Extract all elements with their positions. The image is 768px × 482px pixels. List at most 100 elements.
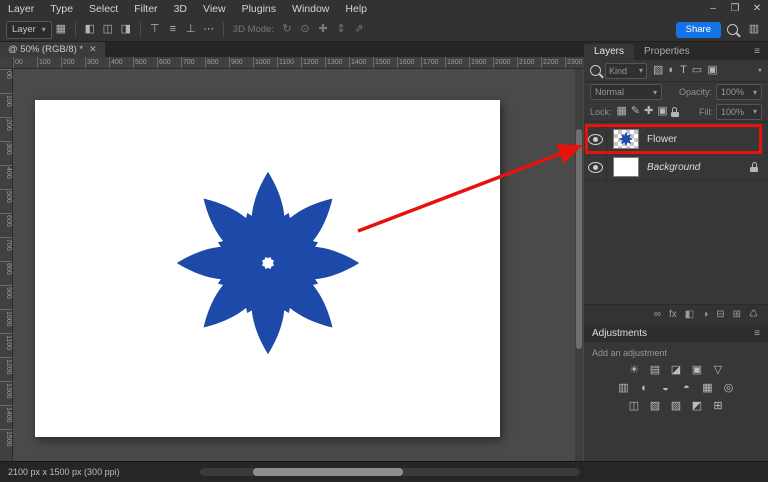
distribute-top-icon[interactable]: ⊤ <box>147 22 163 38</box>
menu-type[interactable]: Type <box>42 0 81 18</box>
auto-select-dropdown[interactable]: Layer <box>6 21 52 39</box>
filter-search-icon[interactable] <box>590 65 601 76</box>
3d-slide-icon[interactable]: ⇕ <box>333 22 349 38</box>
lock-all-icon[interactable] <box>671 107 679 117</box>
distribute-bottom-icon[interactable]: ⊥ <box>183 22 199 38</box>
adj-gradient-map-icon[interactable]: ◩ <box>690 399 705 414</box>
filter-shape-layers-icon[interactable]: ▭ <box>692 65 702 76</box>
close-tab-icon[interactable]: ✕ <box>89 44 97 55</box>
vruler-label-600: 600 <box>0 213 12 237</box>
vruler-label-1300: 1300 <box>0 381 12 405</box>
adj-selective-color-icon[interactable]: ⊞ <box>711 399 726 414</box>
align-center-icon[interactable]: ◫ <box>100 22 116 38</box>
menu-help[interactable]: Help <box>337 0 375 18</box>
filter-type-layers-icon[interactable]: T <box>680 65 687 76</box>
adj-threshold-icon[interactable]: ▨ <box>669 399 684 414</box>
menu-plugins[interactable]: Plugins <box>234 0 284 18</box>
layer-name[interactable]: Background <box>647 162 700 173</box>
lock-transparency-icon[interactable]: ▦ <box>617 106 627 117</box>
blend-mode-dropdown[interactable]: Normal <box>590 84 662 100</box>
vertical-scrollbar[interactable] <box>575 69 583 461</box>
hruler-label-500: 500 <box>133 57 157 69</box>
menu-select[interactable]: Select <box>81 0 126 18</box>
adjustment-layer-icon[interactable]: ◑ <box>702 310 708 320</box>
document-tab-strip: @ 50% (RGB/8) * ✕ <box>0 42 584 57</box>
3d-orbit-icon[interactable]: ↻ <box>279 22 295 38</box>
search-icon[interactable] <box>722 22 742 38</box>
layer-effects-icon[interactable]: fx <box>669 310 677 320</box>
menu-view[interactable]: View <box>195 0 234 18</box>
hruler-label-1200: 1200 <box>301 57 325 69</box>
adj-color-balance-icon[interactable]: ◐ <box>637 381 652 396</box>
hruler-label-600: 600 <box>157 57 181 69</box>
3d-pan-icon[interactable]: ✚ <box>315 22 331 38</box>
link-layers-icon[interactable]: ∞ <box>654 310 661 320</box>
align-right-icon[interactable]: ◨ <box>118 22 134 38</box>
adj-invert-icon[interactable]: ◫ <box>627 399 642 414</box>
filter-pixel-layers-icon[interactable]: ▨ <box>653 65 663 76</box>
filter-toggle-icon[interactable]: ● <box>758 67 762 74</box>
lock-position-icon[interactable]: ✚ <box>644 106 653 117</box>
adj-brightness-contrast-icon[interactable]: ☀ <box>627 363 642 378</box>
more-options-icon[interactable]: ⋯ <box>201 22 217 38</box>
document-tab[interactable]: @ 50% (RGB/8) * ✕ <box>0 42 105 57</box>
menu-filter[interactable]: Filter <box>126 0 165 18</box>
opacity-dropdown[interactable]: 100% <box>716 84 762 100</box>
fill-dropdown[interactable]: 100% <box>716 104 762 120</box>
menu-layer[interactable]: Layer <box>0 0 42 18</box>
adj-photo-filter-icon[interactable]: ◓ <box>679 381 694 396</box>
layer-group-icon[interactable]: ⊟ <box>716 310 724 320</box>
adjustments-header[interactable]: Adjustments ≡ <box>584 324 768 342</box>
distribute-icons: ⊤≡⊥ <box>146 22 200 38</box>
filter-smart-objects-icon[interactable]: ▣ <box>707 65 717 76</box>
new-layer-icon[interactable]: ⊞ <box>733 310 741 320</box>
minimize-button[interactable]: – <box>702 0 724 18</box>
layers-panel-footer: ∞ fx ◧ ◑ ⊟ ⊞ ♺ <box>584 304 768 324</box>
panel-menu-icon[interactable]: ≡ <box>754 46 768 60</box>
horizontal-scrollbar-thumb[interactable] <box>253 468 403 476</box>
options-bar: Layer ▦ ◧◫◨ ⊤≡⊥ ⋯ 3D Mode: ↻⊙✚⇕⇗ Share ▥ <box>0 18 768 42</box>
menu-window[interactable]: Window <box>284 0 337 18</box>
adj-hue-saturation-icon[interactable]: ▥ <box>616 381 631 396</box>
delete-layer-icon[interactable]: ♺ <box>749 310 758 320</box>
restore-button[interactable]: ❐ <box>724 0 746 18</box>
adj-posterize-icon[interactable]: ▧ <box>648 399 663 414</box>
hruler-label-2300: 2300 <box>565 57 584 69</box>
adj-channel-mixer-icon[interactable]: ▦ <box>700 381 715 396</box>
distribute-middle-icon[interactable]: ≡ <box>165 22 181 38</box>
tab-layers[interactable]: Layers <box>584 44 634 60</box>
align-left-icon[interactable]: ◧ <box>82 22 98 38</box>
hruler-label-2100: 2100 <box>517 57 541 69</box>
adj-exposure-icon[interactable]: ▣ <box>690 363 705 378</box>
hruler-label-400: 400 <box>109 57 133 69</box>
close-button[interactable]: ✕ <box>746 0 768 18</box>
adjustments-menu-icon[interactable]: ≡ <box>754 328 760 339</box>
lock-pixels-icon[interactable]: ✎ <box>631 106 640 117</box>
3d-scale-icon[interactable]: ⇗ <box>351 22 367 38</box>
layer-row-background[interactable]: Background <box>584 154 768 181</box>
3d-roll-icon[interactable]: ⊙ <box>297 22 313 38</box>
layer-thumbnail[interactable] <box>613 157 639 177</box>
share-button[interactable]: Share <box>676 22 721 38</box>
vruler-label-1500: 1500 <box>0 429 12 453</box>
vertical-scrollbar-thumb[interactable] <box>576 129 582 349</box>
adj-color-lookup-icon[interactable]: ◎ <box>721 381 736 396</box>
tab-properties[interactable]: Properties <box>634 44 700 60</box>
blend-mode-value: Normal <box>595 87 624 97</box>
adj-curves-icon[interactable]: ◪ <box>669 363 684 378</box>
adj-vibrance-icon[interactable]: ▽ <box>711 363 726 378</box>
lock-icons: ▦ ✎ ✚ ▣ <box>617 106 668 117</box>
menu-3d[interactable]: 3D <box>166 0 195 18</box>
workspace-switcher-icon[interactable]: ▥ <box>744 22 764 38</box>
layer-mask-icon[interactable]: ◧ <box>685 310 694 320</box>
kind-dropdown[interactable]: Kind <box>605 63 647 79</box>
hruler-label-200: 200 <box>61 57 85 69</box>
adj-levels-icon[interactable]: ▤ <box>648 363 663 378</box>
adj-black-white-icon[interactable]: ◒ <box>658 381 673 396</box>
document-canvas[interactable] <box>35 100 500 437</box>
visibility-toggle[interactable] <box>584 154 607 180</box>
filter-adjustment-layers-icon[interactable]: ◐ <box>668 65 675 76</box>
lock-artboard-icon[interactable]: ▣ <box>657 106 667 117</box>
transform-controls-icon[interactable]: ▦ <box>53 22 69 38</box>
canvas-viewport[interactable] <box>13 69 584 461</box>
